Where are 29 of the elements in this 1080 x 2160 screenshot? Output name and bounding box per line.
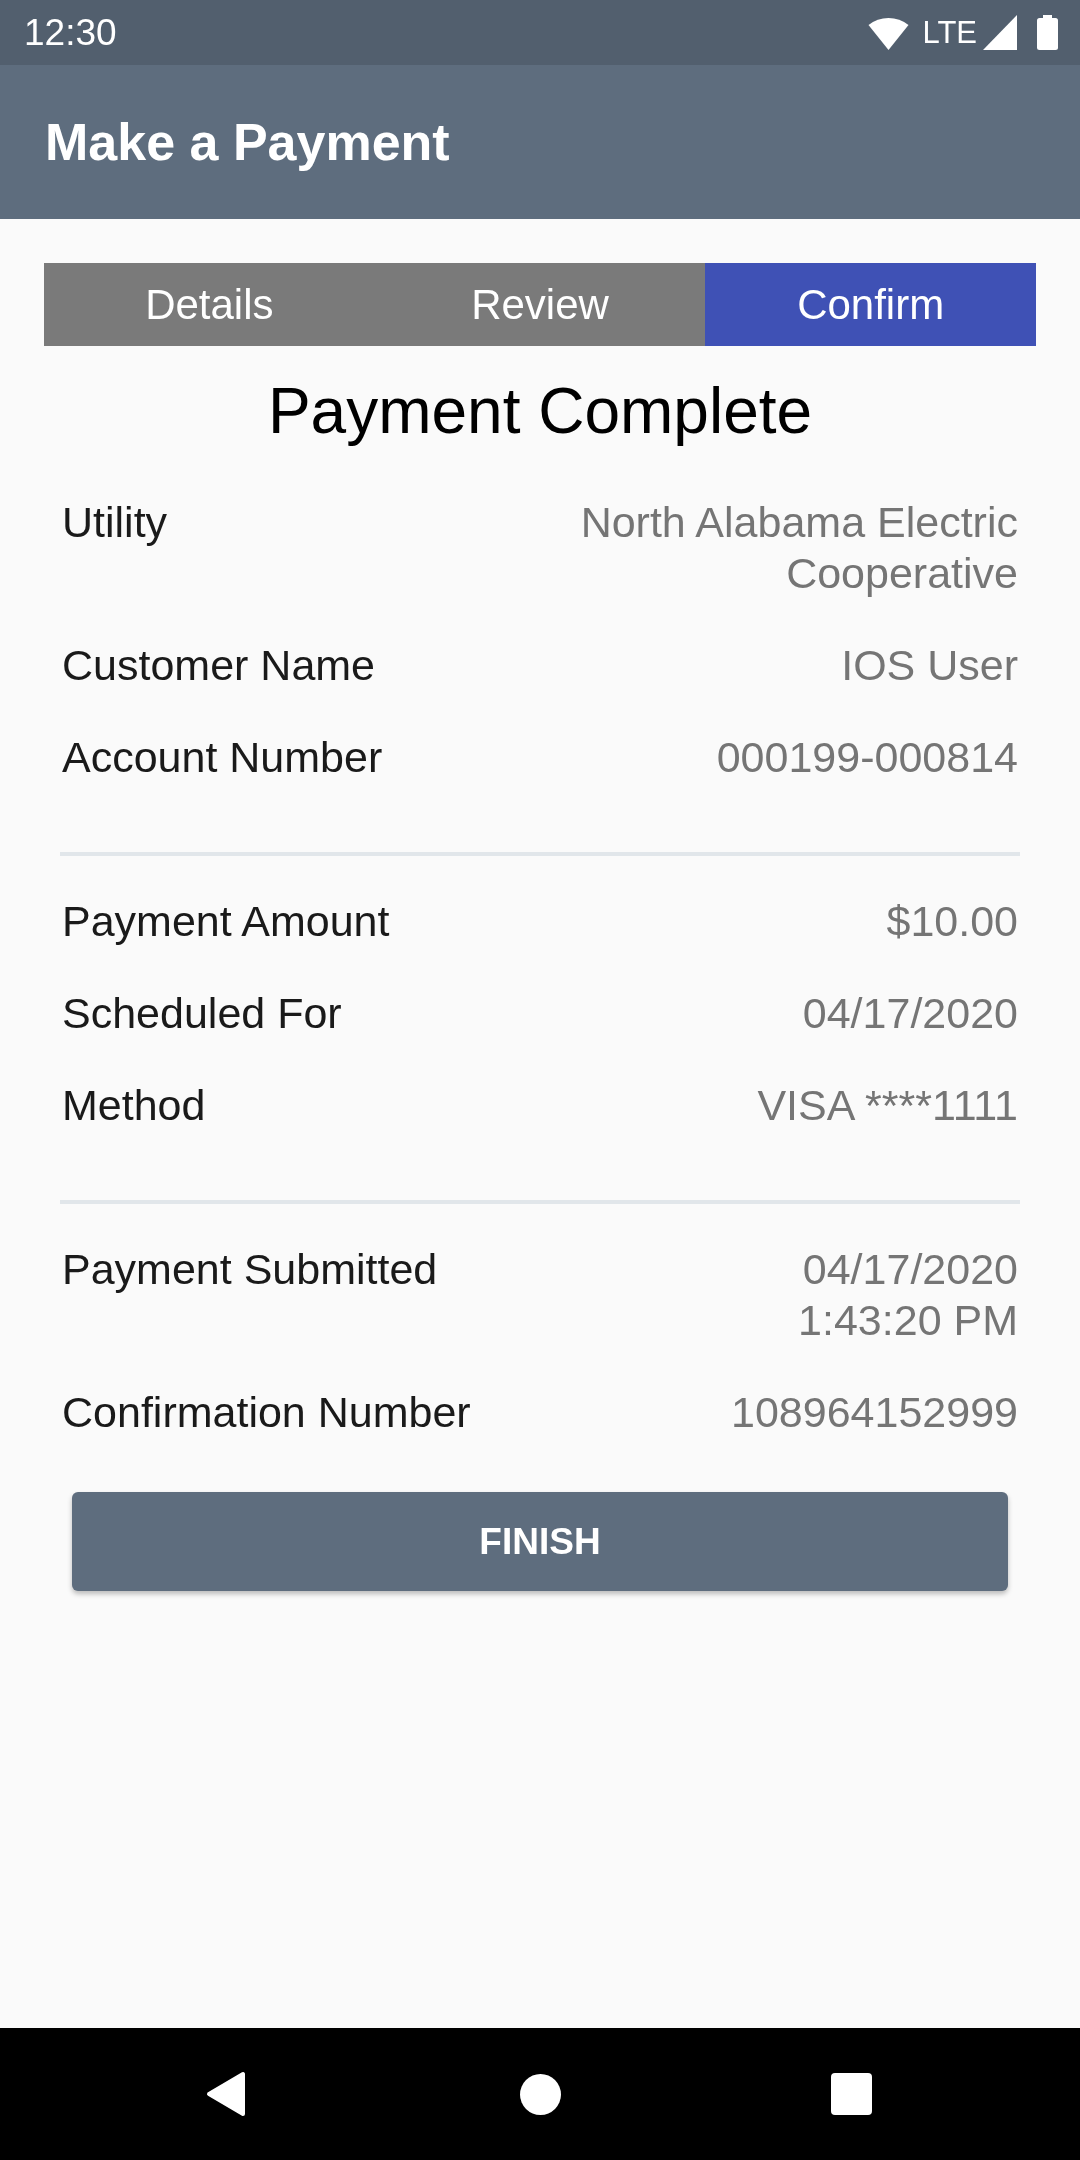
field-label: Account Number	[62, 732, 383, 783]
battery-icon	[1037, 15, 1058, 50]
field-value: 108964152999	[731, 1387, 1018, 1438]
field-label: Confirmation Number	[62, 1387, 471, 1438]
wifi-icon	[868, 15, 910, 50]
status-time: 12:30	[24, 10, 117, 55]
field-label: Payment Submitted	[62, 1244, 438, 1295]
home-icon[interactable]	[520, 2073, 561, 2115]
field-value: 04/17/2020 1:43:20 PM	[798, 1244, 1018, 1346]
step-indicator: Details	[44, 263, 375, 346]
step-indicator: Review	[374, 263, 706, 346]
field-label: Utility	[62, 497, 168, 548]
field-label: Method	[62, 1080, 206, 1131]
field-value: IOS User	[841, 640, 1018, 691]
field-value: VISA ****1111	[757, 1080, 1018, 1131]
field-label: Scheduled For	[62, 988, 342, 1039]
field-label: Customer Name	[62, 640, 376, 691]
field-value: North Alabama Electric Cooperative	[579, 497, 1018, 599]
field-value: 04/17/2020	[802, 988, 1018, 1039]
field-label: Payment Amount	[62, 896, 390, 947]
field-value: 000199-000814	[716, 732, 1018, 783]
app-title: Make a Payment	[45, 112, 450, 173]
back-icon[interactable]	[206, 2071, 246, 2117]
signal-icon	[983, 15, 1017, 50]
step-indicator: Confirm	[705, 263, 1036, 346]
field-value: $10.00	[886, 896, 1018, 947]
network-type: LTE	[922, 14, 977, 51]
page-heading: Payment Complete	[267, 374, 813, 449]
finish-button[interactable]: FINISH	[72, 1492, 1008, 1591]
